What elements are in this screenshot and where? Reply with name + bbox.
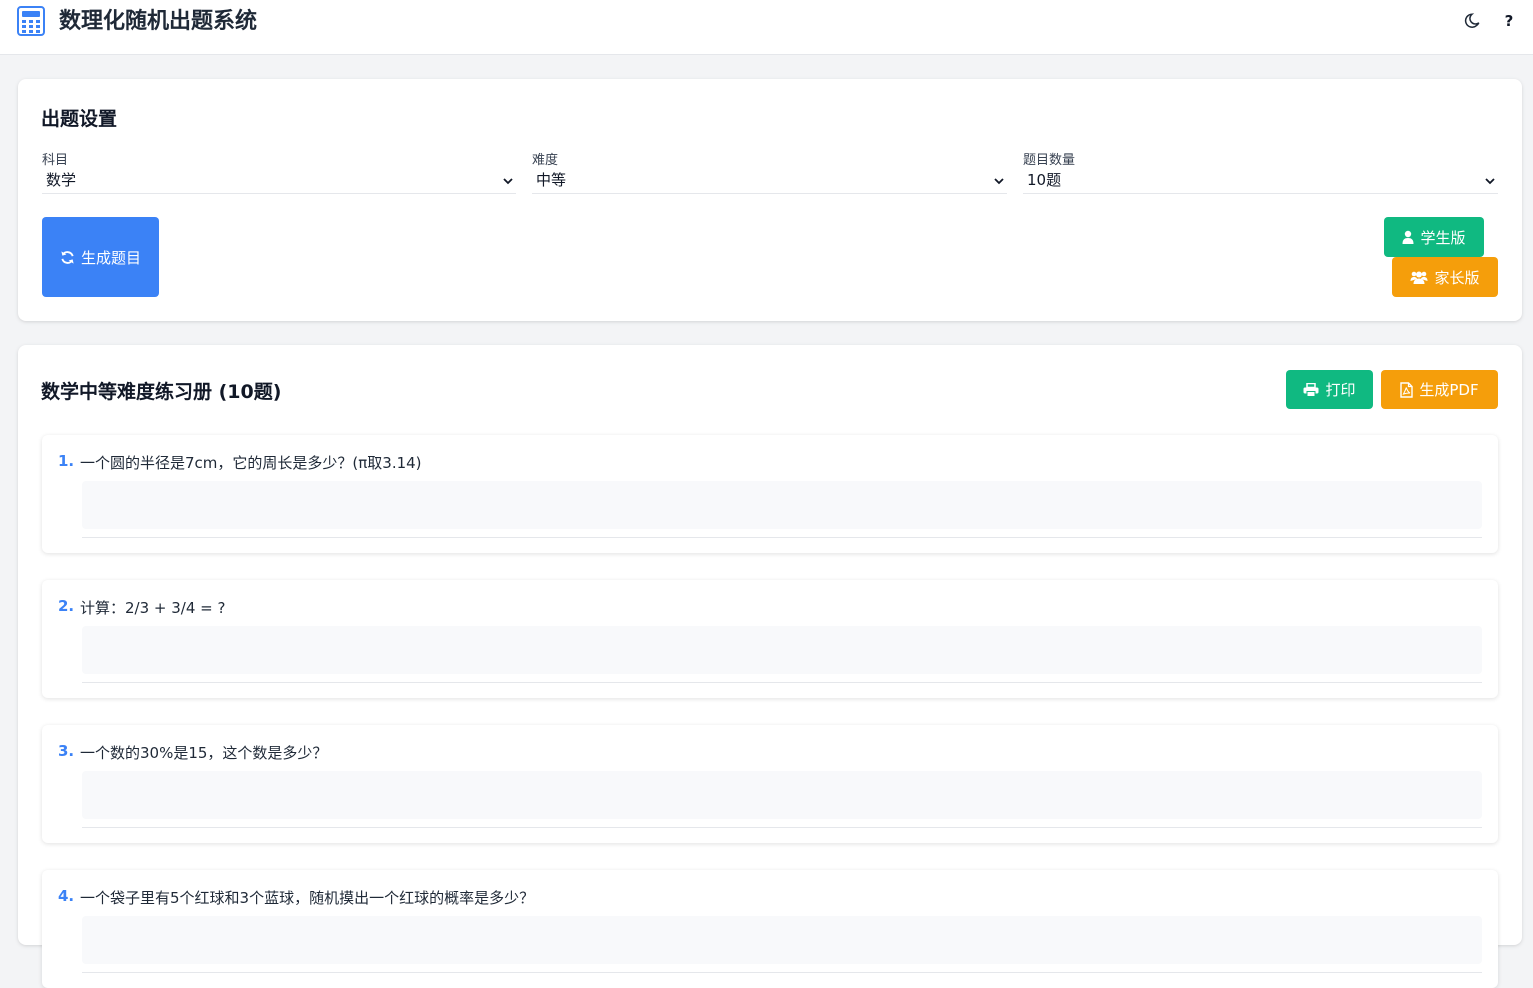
difficulty-select[interactable]: 中等 xyxy=(532,167,1007,194)
printer-icon xyxy=(1303,382,1319,397)
app-title: 数理化随机出题系统 xyxy=(59,9,258,34)
parent-version-button[interactable]: 家长版 xyxy=(1392,257,1498,297)
user-icon xyxy=(1402,230,1414,244)
generate-pdf-button[interactable]: 生成PDF xyxy=(1381,370,1498,409)
count-value: 10题 xyxy=(1027,171,1062,189)
calculator-icon xyxy=(17,6,45,36)
subject-label: 科目 xyxy=(42,153,69,168)
help-button[interactable]: ? xyxy=(1502,10,1516,32)
question-text: 一个袋子里有5个红球和3个蓝球，随机摸出一个红球的概率是多少？ xyxy=(80,889,535,907)
generate-label: 生成题目 xyxy=(80,248,141,267)
subject-select[interactable]: 数学 xyxy=(42,167,516,194)
generate-button[interactable]: 生成题目 xyxy=(42,217,159,297)
answer-area[interactable] xyxy=(82,481,1482,529)
question-item: 4. 一个袋子里有5个红球和3个蓝球，随机摸出一个红球的概率是多少？ xyxy=(42,870,1498,988)
workbook-card: 数学中等难度练习册 (10题) 打印 生成PDF 1. 一个圆的半径是7cm，它… xyxy=(18,345,1522,988)
answer-area[interactable] xyxy=(82,916,1482,964)
settings-card: 出题设置 科目 数学 难度 中等 题目数量 10题 生成题目 学生版 家长版 xyxy=(18,79,1522,321)
question-text: 一个数的30%是15，这个数是多少？ xyxy=(80,744,328,762)
question-text: 计算：2/3 + 3/4 = ? xyxy=(80,599,226,617)
chevron-down-icon xyxy=(1485,178,1495,185)
difficulty-value: 中等 xyxy=(536,171,567,189)
question-item: 2. 计算：2/3 + 3/4 = ? xyxy=(42,580,1498,698)
answer-divider xyxy=(82,827,1482,828)
moon-icon[interactable] xyxy=(1464,12,1482,30)
question-number: 2. xyxy=(58,597,75,615)
answer-divider xyxy=(82,682,1482,683)
parent-version-label: 家长版 xyxy=(1434,268,1480,287)
workbook-title: 数学中等难度练习册 (10题) xyxy=(41,381,282,403)
count-select[interactable]: 10题 xyxy=(1023,167,1498,194)
difficulty-label: 难度 xyxy=(532,153,559,168)
student-version-button[interactable]: 学生版 xyxy=(1384,217,1484,257)
chevron-down-icon xyxy=(503,178,513,185)
answer-area[interactable] xyxy=(82,626,1482,674)
student-version-label: 学生版 xyxy=(1420,228,1466,247)
answer-divider xyxy=(82,972,1482,973)
generate-pdf-label: 生成PDF xyxy=(1419,381,1479,399)
refresh-icon xyxy=(61,250,74,264)
top-bar: 数理化随机出题系统 ? xyxy=(0,0,1533,55)
chevron-down-icon xyxy=(994,178,1004,185)
pdf-file-icon xyxy=(1400,381,1414,398)
settings-title: 出题设置 xyxy=(41,108,118,130)
answer-divider xyxy=(82,537,1482,538)
print-label: 打印 xyxy=(1325,381,1356,399)
subject-value: 数学 xyxy=(46,171,77,189)
question-text: 一个圆的半径是7cm，它的周长是多少？(π取3.14) xyxy=(80,454,422,472)
question-number: 1. xyxy=(58,452,75,470)
question-number: 3. xyxy=(58,742,75,760)
question-item: 1. 一个圆的半径是7cm，它的周长是多少？(π取3.14) xyxy=(42,435,1498,553)
print-button[interactable]: 打印 xyxy=(1286,370,1373,409)
answer-area[interactable] xyxy=(82,771,1482,819)
question-number: 4. xyxy=(58,887,75,905)
users-icon xyxy=(1410,271,1428,284)
count-label: 题目数量 xyxy=(1023,153,1076,168)
question-item: 3. 一个数的30%是15，这个数是多少？ xyxy=(42,725,1498,843)
